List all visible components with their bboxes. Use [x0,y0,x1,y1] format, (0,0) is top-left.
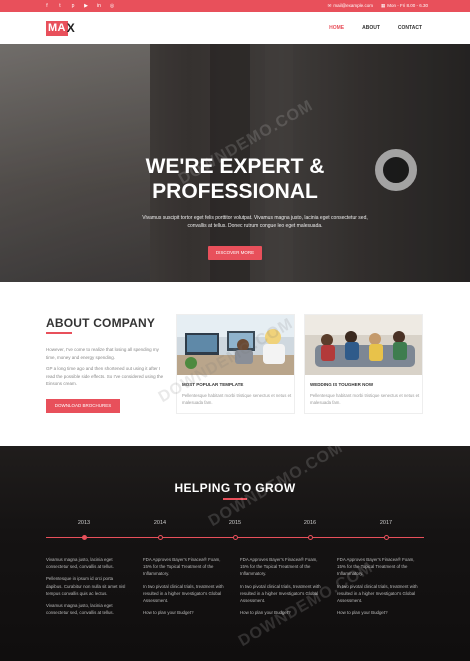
email-text[interactable]: mail@example.com [333,3,373,8]
timeline-dot[interactable] [82,535,87,540]
email-contact[interactable]: ✉ mail@example.com [328,3,373,9]
discover-more-button[interactable]: DISCOVER MORE [208,246,262,260]
nav-item-home[interactable]: HOME [329,25,344,31]
timeline-link[interactable]: How to plan your Budget? [337,609,421,616]
timeline-column: Vivamus magna justo, lacinia eget consec… [46,556,130,621]
timeline-link[interactable]: How to plan your Budget? [240,609,324,616]
timeline-year: 2017 [379,520,393,526]
timeline-section: HELPING TO GROW 2013 2014 2015 2016 2017… [0,439,470,661]
timeline-dot[interactable] [158,535,163,540]
about-section: ABOUT COMPANY However, I've come to real… [0,282,470,446]
about-paragraph: GP a long time ago and then shortened ou… [46,366,164,386]
linkedin-icon[interactable]: in [96,3,102,9]
download-brochures-button[interactable]: DOWNLOAD BROCHURES [46,399,120,413]
logo-text: MA [46,20,68,36]
timeline-text: In two pivotal clinical trials, treatmen… [143,583,224,604]
hero-title: WE'RE EXPERT & PROFESSIONAL [0,154,470,204]
timeline-text: FDA Approves Bayer's Finacea® Foam, 15% … [143,557,221,577]
facebook-icon[interactable]: f [44,3,50,9]
blog-card[interactable]: WEDDING IS TOUGHER NOW Pellentesque habi… [304,314,423,414]
timeline-year: 2015 [228,520,242,526]
timeline-text: Vivamus magna justo, lacinia eget consec… [46,557,114,570]
timeline-text: In two pivotal clinical trials, treatmen… [240,583,321,604]
timeline-year: 2013 [77,520,91,526]
twitter-icon[interactable]: t [57,3,63,9]
timeline-text: FDA Approves Bayer's Finacea® Foam, 15% … [337,557,415,577]
timeline-dot[interactable] [233,535,238,540]
timeline-column: FDA Approves Bayer's Finacea® Foam, 15% … [143,556,227,621]
timeline-column: FDA Approves Bayer's Finacea® Foam, 15% … [240,556,324,621]
hero-description: Vivamus suscipit tortor eget felis portt… [142,215,368,229]
title-underline [46,332,72,334]
card-text: Pellentesque habitant morbi tristique se… [182,393,292,405]
timeline-link[interactable]: How to plan your Budget? [143,609,227,616]
about-paragraph: However, I've come to realize that losin… [46,347,159,360]
social-links: f t p ▶ in ◎ [44,3,115,9]
youtube-icon[interactable]: ▶ [83,3,89,9]
nav-item-about[interactable]: ABOUT [362,25,380,31]
timeline-column: FDA Approves Bayer's Finacea® Foam, 15% … [337,556,421,621]
timeline-year: 2014 [153,520,167,526]
hero-title-line1: WE'RE EXPERT & [145,155,325,178]
timeline-text: FDA Approves Bayer's Finacea® Foam, 15% … [240,557,318,577]
top-bar: f t p ▶ in ◎ ✉ mail@example.com ▦ Mon - Fr… [0,0,470,12]
hours-contact: ▦ Mon - Fri 8.00 - 6.30 [381,3,428,9]
contact-info: ✉ mail@example.com ▦ Mon - Fri 8.00 - 6.30 [328,3,428,9]
title-underline [223,498,247,500]
timeline-title: HELPING TO GROW [174,481,296,495]
timeline-year: 2016 [303,520,317,526]
timeline-text: Vivamus magna justo, lacinia eget consec… [46,603,114,616]
main-navbar: MA X HOME ABOUT CONTACT [0,12,470,44]
card-image[interactable] [305,315,422,375]
timeline-dot[interactable] [384,535,389,540]
pinterest-icon[interactable]: p [70,3,76,9]
card-image[interactable] [177,315,294,375]
hours-text: Mon - Fri 8.00 - 6.30 [387,3,428,8]
dribbble-icon[interactable]: ◎ [109,3,115,9]
about-title: ABOUT COMPANY [46,316,156,330]
hero-title-line2: PROFESSIONAL [152,180,318,203]
mail-icon: ✉ [327,3,332,8]
blog-card[interactable]: MOST POPULAR TEMPLATE Pellentesque habit… [176,314,295,414]
hero-section: DOWNDEMO.COM WE'RE EXPERT & PROFESSIONAL… [0,44,470,282]
logo-accent: X [66,20,75,35]
timeline-text: Pellentesque in ipsum id orci porta dapi… [46,576,126,596]
nav-item-contact[interactable]: CONTACT [398,25,422,31]
card-title[interactable]: WEDDING IS TOUGHER NOW [310,382,373,387]
card-text: Pellentesque habitant morbi tristique se… [310,393,420,405]
timeline-dot[interactable] [308,535,313,540]
logo[interactable]: MA X [46,20,75,36]
nav-menu: HOME ABOUT CONTACT [329,25,422,31]
timeline-text: In two pivotal clinical trials, treatmen… [337,583,418,604]
calendar-icon: ▦ [380,3,386,8]
card-title[interactable]: MOST POPULAR TEMPLATE [182,382,243,387]
